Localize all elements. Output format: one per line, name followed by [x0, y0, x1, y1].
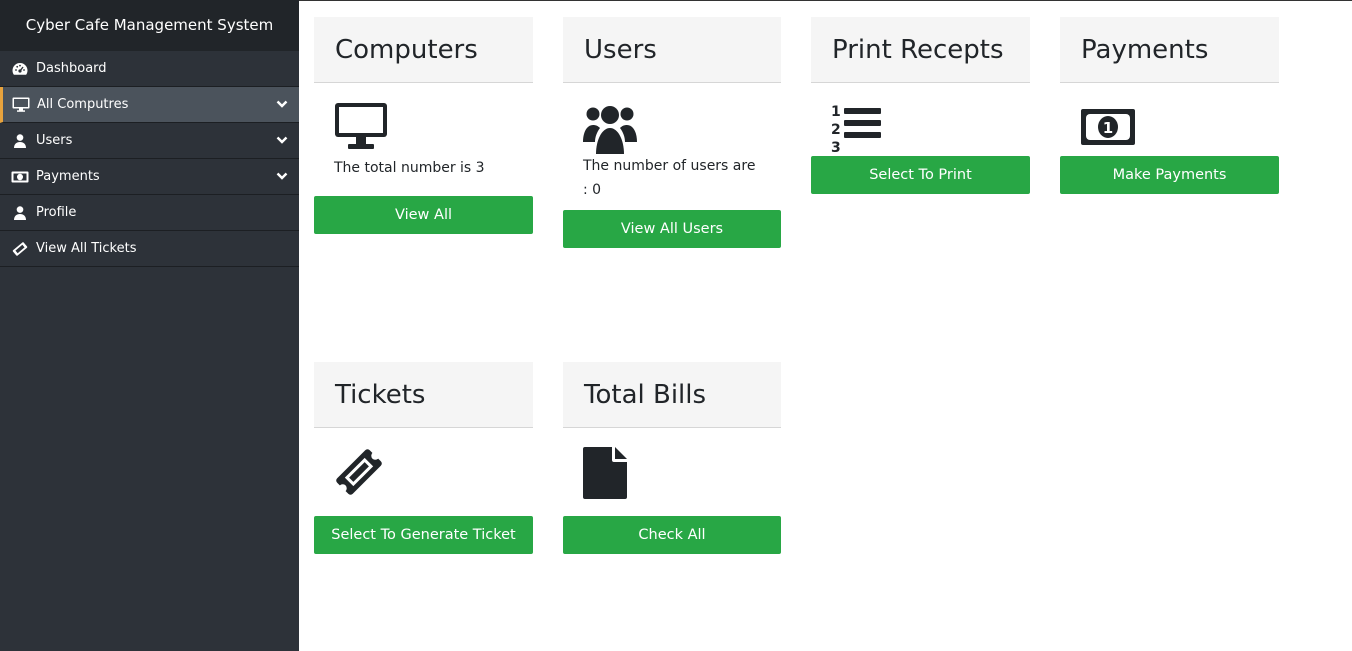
svg-text:1: 1: [831, 104, 841, 120]
sidebar-item-view-all-tickets[interactable]: View All Tickets: [0, 231, 299, 267]
view-all-computers-button[interactable]: View All: [314, 196, 533, 234]
money-bill-icon: [11, 169, 29, 185]
card-title: Print Recepts: [811, 17, 1030, 83]
sidebar-item-users[interactable]: Users: [0, 123, 299, 159]
sidebar-item-label: Payments: [36, 169, 100, 184]
sidebar: Cyber Cafe Management System Dashboard A…: [0, 0, 299, 651]
make-payments-button[interactable]: Make Payments: [1060, 156, 1279, 194]
card-title: Computers: [314, 17, 533, 83]
top-border: [299, 0, 1352, 1]
svg-text:3: 3: [831, 140, 841, 154]
sidebar-item-dashboard[interactable]: Dashboard: [0, 51, 299, 87]
sidebar-item-all-computers[interactable]: All Computres: [0, 87, 299, 123]
card-title: Payments: [1060, 17, 1279, 83]
desktop-icon: [12, 97, 30, 113]
total-bills-card: Total Bills Check All: [563, 362, 781, 554]
sidebar-item-label: All Computres: [37, 97, 129, 112]
computers-card: Computers The total number is 3 View All: [314, 17, 533, 234]
chevron-down-icon: [276, 136, 288, 144]
card-title: Tickets: [314, 362, 533, 428]
svg-text:2: 2: [831, 122, 841, 138]
check-all-bills-button[interactable]: Check All: [563, 516, 781, 554]
print-receipts-card: Print Recepts 1 2 3 Select To Print: [811, 17, 1030, 194]
file-icon: [583, 447, 781, 499]
users-card: Users The number of users are : 0 View A…: [563, 17, 781, 248]
users-count-text: The number of users are : 0: [583, 158, 756, 198]
generate-ticket-button[interactable]: Select To Generate Ticket: [314, 516, 533, 554]
app-title: Cyber Cafe Management System: [0, 0, 299, 51]
money-bill-icon: 1: [1080, 108, 1279, 160]
ticket-icon: [334, 447, 533, 499]
desktop-icon: [334, 102, 533, 154]
users-icon: [583, 102, 781, 154]
sidebar-item-profile[interactable]: Profile: [0, 195, 299, 231]
user-icon: [11, 133, 29, 149]
user-icon: [11, 205, 29, 221]
tickets-card: Tickets Select To Generate Ticket: [314, 362, 533, 554]
list-ol-icon: 1 2 3: [831, 102, 1030, 154]
sidebar-item-label: Dashboard: [36, 61, 107, 76]
payments-card: Payments 1 Make Payments: [1060, 17, 1279, 194]
svg-text:1: 1: [1103, 119, 1113, 137]
card-title: Users: [563, 17, 781, 83]
chevron-down-icon: [276, 172, 288, 180]
ticket-icon: [11, 241, 29, 257]
sidebar-item-payments[interactable]: Payments: [0, 159, 299, 195]
chevron-down-icon: [276, 100, 288, 108]
tachometer-icon: [11, 61, 29, 77]
computers-count-text: The total number is 3: [334, 160, 485, 176]
view-all-users-button[interactable]: View All Users: [563, 210, 781, 248]
sidebar-item-label: Profile: [36, 205, 77, 220]
select-to-print-button[interactable]: Select To Print: [811, 156, 1030, 194]
sidebar-item-label: View All Tickets: [36, 241, 137, 256]
sidebar-item-label: Users: [36, 133, 73, 148]
card-title: Total Bills: [563, 362, 781, 428]
